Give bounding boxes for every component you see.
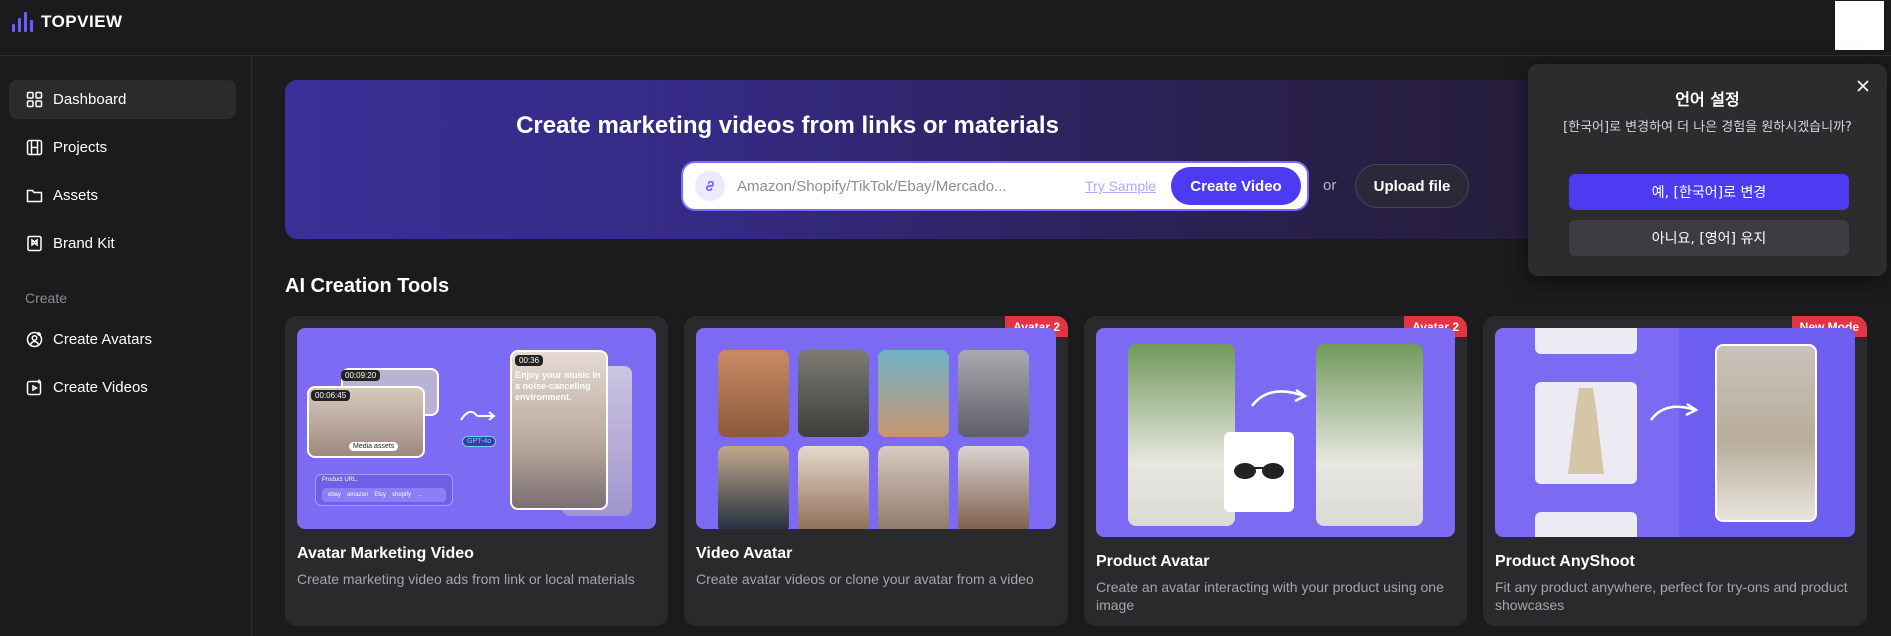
platform-ebay: ebay (328, 492, 342, 498)
platform-list: ebay amazon Etsy shopify ... (322, 488, 446, 502)
gpt-badge: GPT-4o (462, 436, 497, 447)
hero-title: Create marketing videos from links or ma… (516, 112, 1059, 139)
avatar-face (798, 350, 869, 437)
product-anyshoot-thumbnail (1495, 328, 1855, 537)
keep-english-button[interactable]: 아니요, [영어] 유지 (1569, 220, 1849, 256)
card-description: Create avatar videos or clone your avata… (696, 571, 1034, 587)
sidebar: Dashboard Projects Assets Brand Kit Crea… (0, 56, 252, 636)
dress-product (1535, 382, 1637, 484)
avatar-face (798, 446, 869, 529)
card-title: Video Avatar (696, 545, 793, 562)
sidebar-item-create-avatars[interactable]: Create Avatars (9, 320, 236, 359)
sunglasses-product (1224, 432, 1294, 512)
link-icon (695, 171, 725, 201)
confirm-korean-button[interactable]: 예, [한국어]로 변경 (1569, 174, 1849, 210)
folder-icon (26, 189, 43, 203)
user-avatar[interactable] (1835, 1, 1884, 50)
video-plus-icon (26, 379, 42, 396)
platform-amazon: amazon (347, 492, 369, 498)
hero-banner (285, 80, 1705, 239)
card-title: Product AnyShoot (1495, 553, 1635, 570)
create-video-button[interactable]: Create Video (1171, 167, 1301, 205)
product-url-input[interactable] (737, 177, 1077, 195)
avatar-before-photo (1128, 344, 1235, 526)
card-description: Fit any product anywhere, perfect for tr… (1495, 579, 1848, 613)
card-product-avatar[interactable]: Avatar 2 Product Avatar Create an avatar… (1084, 316, 1467, 626)
sidebar-section-create: Create (25, 290, 68, 306)
model-photo (1715, 344, 1817, 522)
link-input-bar: Try Sample Create Video (683, 163, 1307, 209)
film-icon (26, 139, 43, 156)
product-avatar-thumbnail (1096, 328, 1455, 537)
caption-text: Enjoy your music in a noise-canceling en… (515, 370, 601, 402)
avatar-face (958, 350, 1029, 437)
card-description: Create marketing video ads from link or … (297, 571, 635, 587)
avatar-after-photo (1316, 344, 1423, 526)
platform-shopify: shopify (392, 492, 412, 498)
try-sample-link[interactable]: Try Sample (1085, 178, 1156, 194)
popup-title: 언어 설정 (1675, 90, 1740, 109)
avatar-face (878, 350, 949, 437)
product-tile (1535, 512, 1637, 537)
or-separator: or (1323, 177, 1337, 194)
timestamp-chip: 00:09:20 (341, 370, 381, 381)
platform-more: ... (417, 492, 423, 498)
top-bar: TOPVIEW (0, 0, 1891, 56)
sidebar-item-create-videos[interactable]: Create Videos (9, 368, 236, 407)
grid-icon (26, 91, 43, 108)
avatar-face (958, 446, 1029, 529)
product-url-label: Product URL: (322, 477, 359, 483)
card-video-avatar[interactable]: Avatar 2 Video Avatar Create avatar vide… (684, 316, 1068, 626)
avatar-face (878, 446, 949, 529)
video-avatar-thumbnail (696, 328, 1056, 529)
card-title: Avatar Marketing Video (297, 545, 474, 562)
platform-etsy: Etsy (374, 492, 387, 498)
topview-logo[interactable]: TOPVIEW (12, 12, 123, 32)
arrow-icon (1248, 384, 1312, 415)
card-description: Create an avatar interacting with your p… (1096, 579, 1444, 613)
section-title: AI Creation Tools (285, 275, 450, 297)
product-url-box: Product URL: ebay amazon Etsy shopify ..… (315, 474, 453, 506)
sidebar-item-label: Dashboard (53, 91, 127, 108)
close-icon[interactable] (1855, 78, 1871, 94)
language-settings-popup: 언어 설정 [한국어]로 변경하여 더 나은 경험을 원하시겠습니까? 예, [… (1528, 64, 1887, 276)
sidebar-item-label: Create Avatars (53, 331, 152, 348)
card-product-anyshoot[interactable]: New Mode Product AnyShoot Fit any produc… (1483, 316, 1867, 626)
avatar-face (718, 350, 789, 437)
sidebar-item-brand-kit[interactable]: Brand Kit (9, 224, 236, 263)
arrow-icon (1647, 400, 1703, 429)
avatar-face (718, 446, 789, 529)
media-assets-label: Media assets (349, 442, 399, 451)
user-plus-icon (26, 331, 43, 348)
card-avatar-marketing-video[interactable]: 00:09:20 00:06:45 Media assets GPT-4o 00… (285, 316, 668, 626)
timestamp-chip: 00:06:45 (311, 390, 351, 401)
popup-message: [한국어]로 변경하여 더 나은 경험을 원하시겠습니까? (1563, 120, 1852, 135)
avatar-marketing-thumbnail: 00:09:20 00:06:45 Media assets GPT-4o 00… (297, 328, 656, 529)
sidebar-item-assets[interactable]: Assets (9, 176, 236, 215)
bookmark-icon (27, 235, 42, 252)
logo-mark-icon (12, 12, 33, 32)
timestamp-chip: 00:36 (515, 355, 544, 366)
logo-text: TOPVIEW (41, 12, 123, 31)
arrow-icon (459, 408, 497, 429)
sidebar-item-label: Projects (53, 139, 108, 156)
sidebar-item-label: Assets (53, 187, 99, 204)
product-tile (1535, 328, 1637, 354)
sidebar-item-label: Brand Kit (53, 235, 115, 252)
upload-file-button[interactable]: Upload file (1355, 164, 1469, 208)
sidebar-item-label: Create Videos (53, 379, 148, 396)
card-title: Product Avatar (1096, 553, 1210, 570)
